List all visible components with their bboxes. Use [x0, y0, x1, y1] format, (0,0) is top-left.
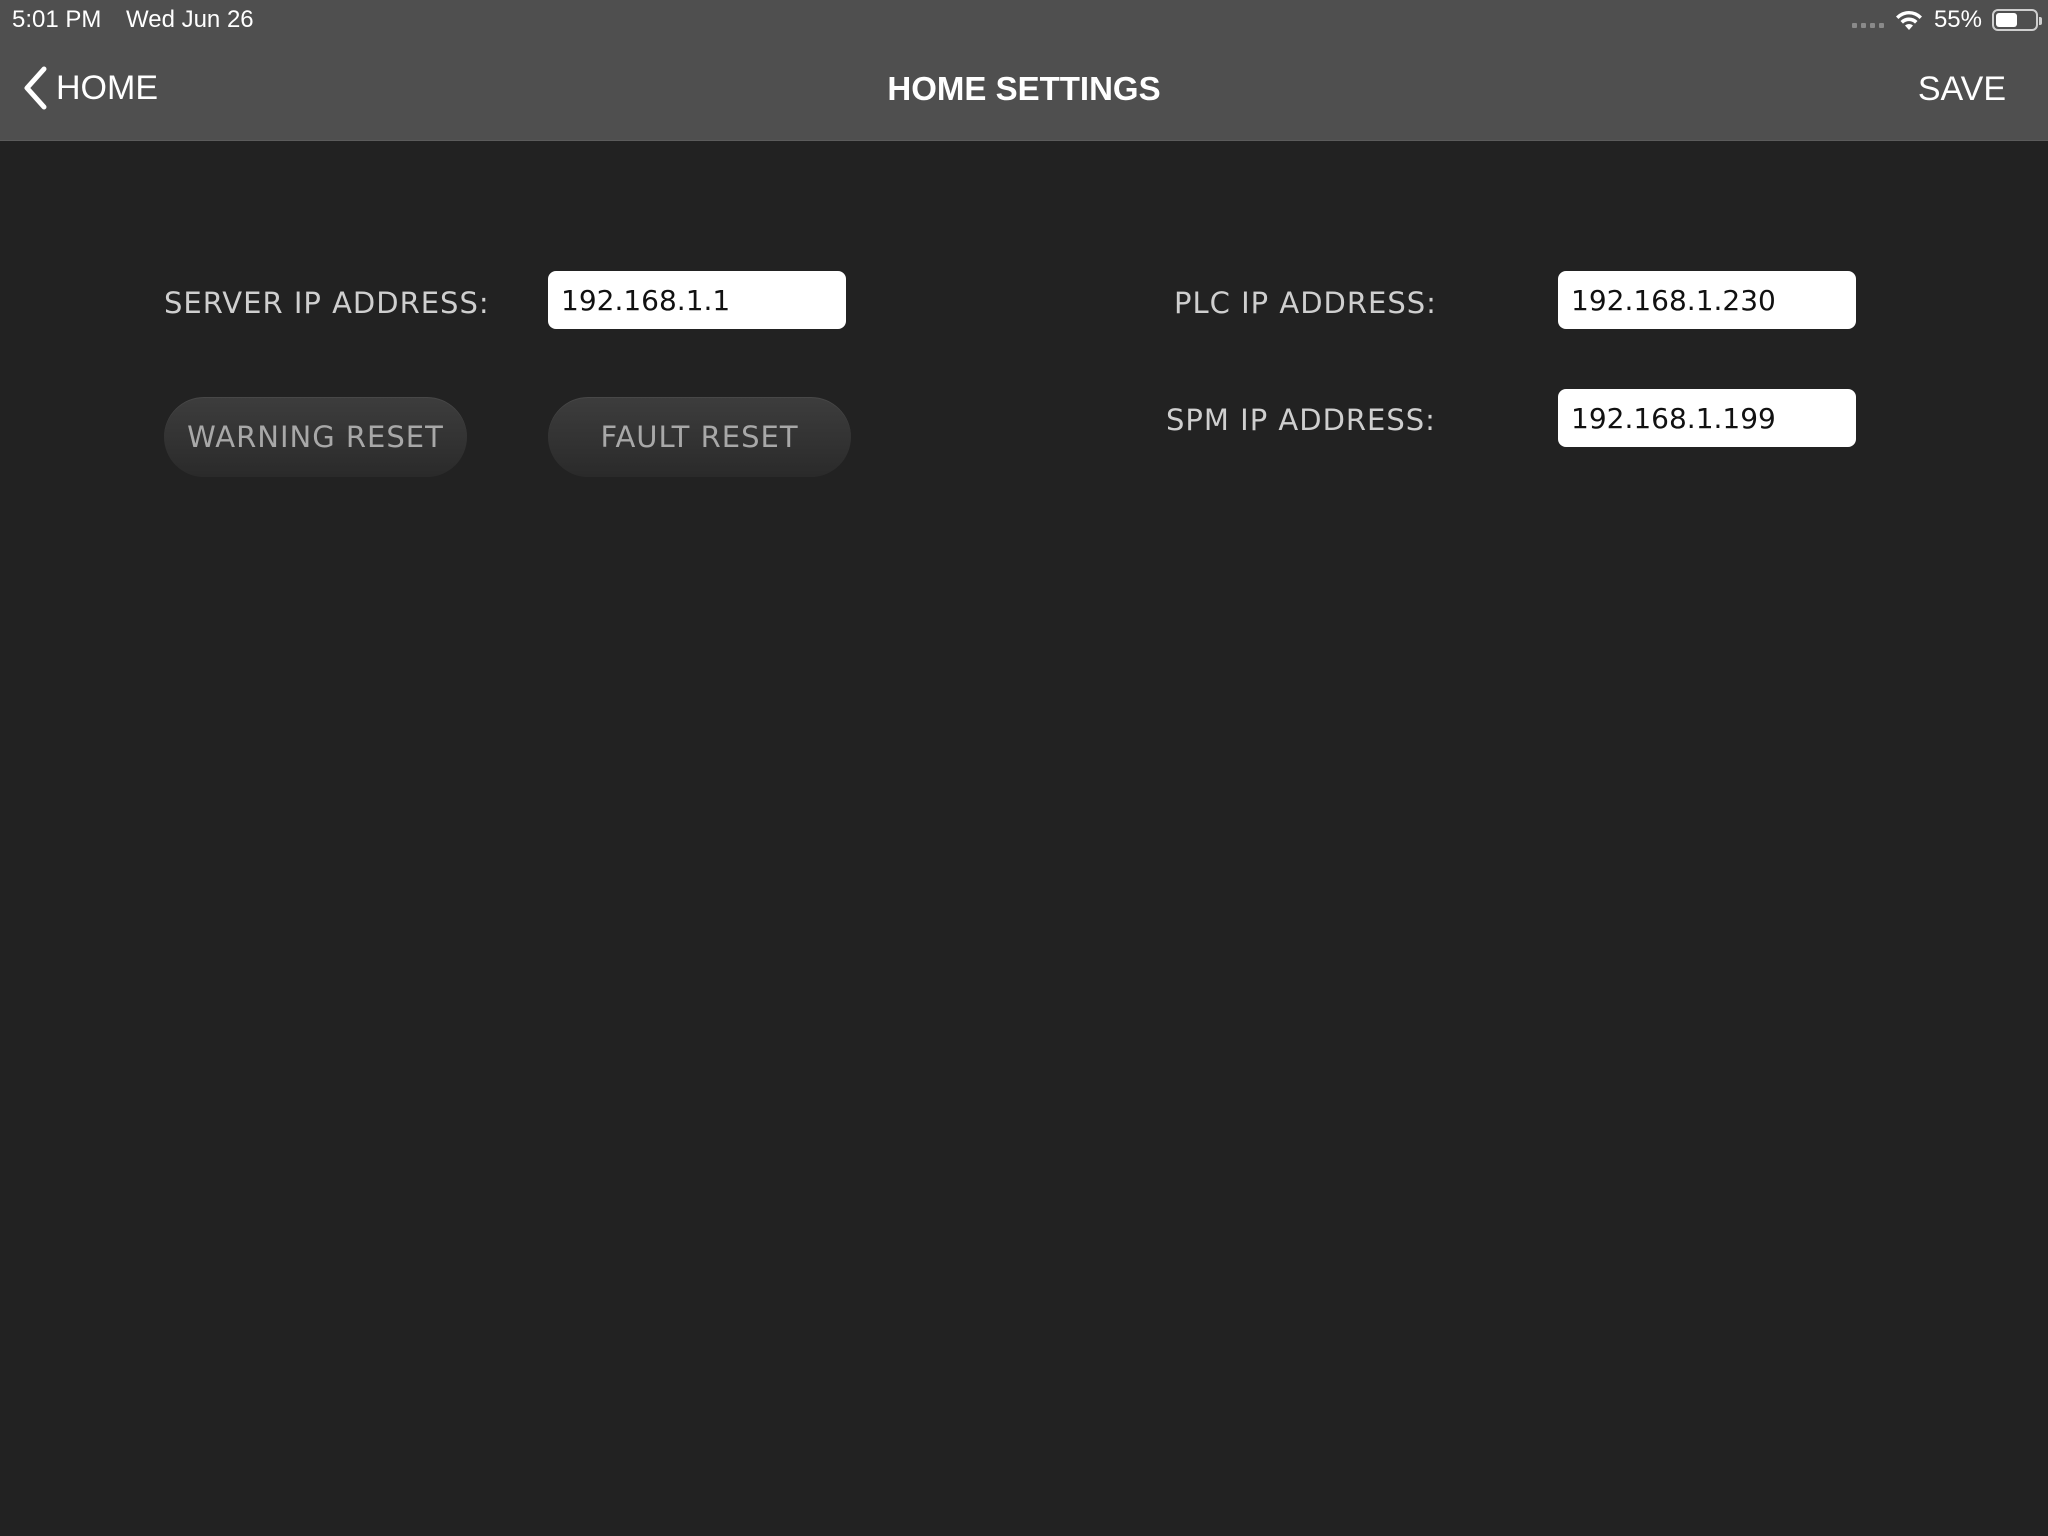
spm-ip-label: SPM IP ADDRESS:: [1166, 403, 1436, 437]
status-indicators: 55%: [1851, 6, 2042, 34]
server-ip-label: SERVER IP ADDRESS:: [164, 286, 490, 320]
status-date: Wed Jun 26: [126, 6, 254, 33]
home-settings-screen: 5:01 PM Wed Jun 26 55% HOME HOME SETTING…: [0, 0, 2048, 1536]
plc-ip-label: PLC IP ADDRESS:: [1174, 286, 1437, 320]
battery-level-fill: [1996, 13, 2017, 27]
spm-ip-input[interactable]: [1558, 389, 1856, 447]
battery-percent: 55%: [1933, 6, 1982, 33]
save-button[interactable]: SAVE: [1918, 70, 2006, 109]
page-title: HOME SETTINGS: [887, 70, 1161, 107]
cellular-signal-icon: [1851, 22, 1884, 28]
warning-reset-button[interactable]: WARNING RESET: [164, 397, 467, 477]
wifi-icon: [1895, 10, 1922, 30]
battery-icon: [1992, 9, 2042, 31]
status-time: 5:01 PM: [12, 6, 102, 33]
plc-ip-input[interactable]: [1558, 271, 1856, 329]
server-ip-input[interactable]: [548, 271, 846, 329]
status-bar: 5:01 PM Wed Jun 26 55%: [0, 0, 2048, 40]
navigation-bar: HOME HOME SETTINGS SAVE: [0, 40, 2048, 141]
fault-reset-button[interactable]: FAULT RESET: [548, 397, 851, 477]
